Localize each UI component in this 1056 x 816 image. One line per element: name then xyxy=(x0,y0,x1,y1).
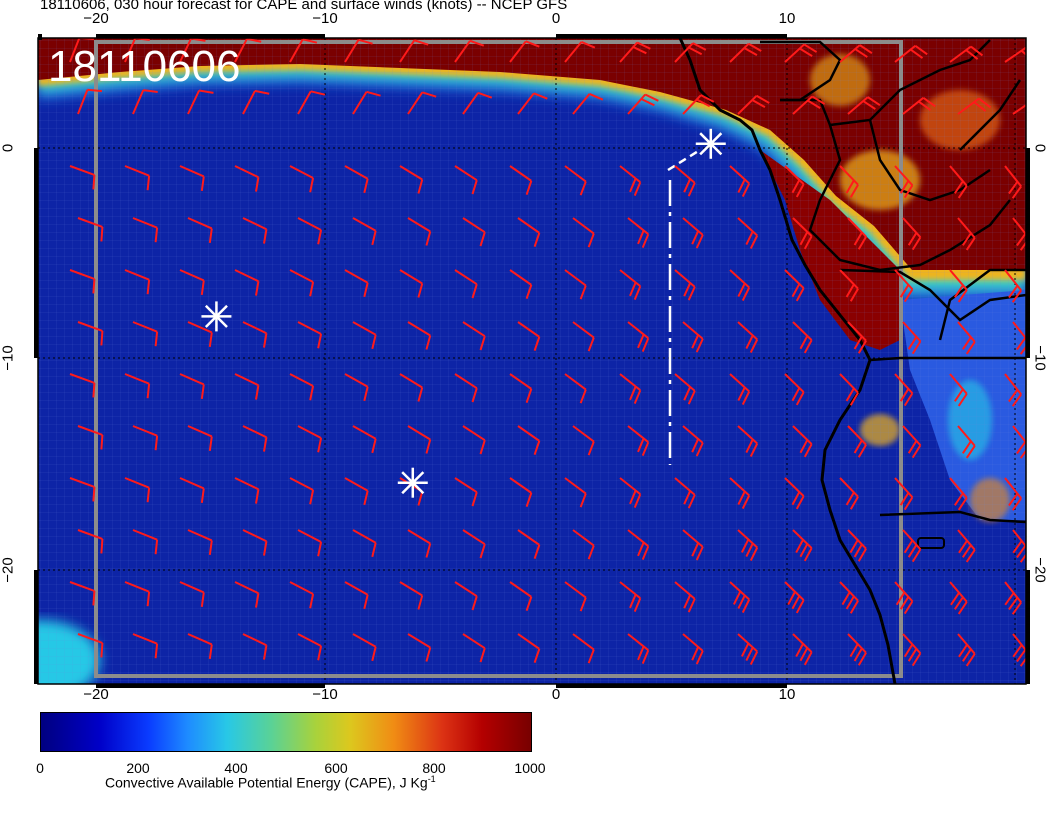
date-stamp: 18110606 xyxy=(48,42,241,91)
colorbar-label: Convective Available Potential Energy (C… xyxy=(105,774,436,791)
star-marker-1 xyxy=(695,128,726,159)
colorbar-tick-1000: 1000 xyxy=(514,760,546,776)
star-marker-3 xyxy=(397,467,428,498)
model-grid xyxy=(38,38,1026,684)
cape-wind-map xyxy=(34,34,1030,690)
star-marker-2 xyxy=(201,301,232,332)
colorbar-tick-0: 0 xyxy=(36,760,44,776)
cape-colorbar xyxy=(40,712,532,752)
